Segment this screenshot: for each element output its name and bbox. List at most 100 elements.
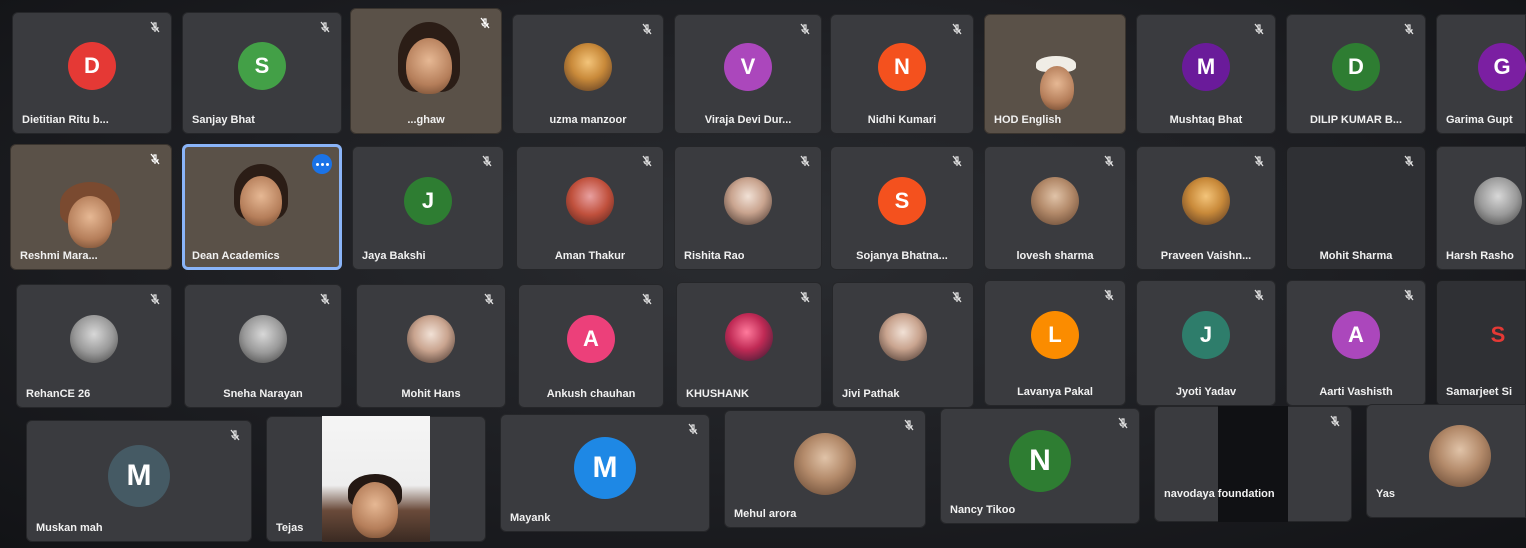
video-feed: [1218, 406, 1288, 522]
participant-video-tile-active[interactable]: Dean Academics: [182, 144, 342, 270]
participant-tile[interactable]: Mohit Sharma: [1286, 146, 1426, 270]
participant-avatar: S: [238, 41, 286, 90]
participant-tile[interactable]: D DILIP KUMAR B...: [1286, 14, 1426, 134]
participant-tile[interactable]: G Garima Gupt: [1436, 14, 1526, 134]
participant-name: Sojanya Bhatna...: [856, 250, 948, 262]
participant-photo: [794, 433, 856, 496]
participant-name: Tejas: [276, 522, 304, 534]
participant-tile[interactable]: Yas: [1366, 404, 1526, 518]
mic-off-icon: [950, 22, 964, 36]
participant-avatar: S: [878, 176, 926, 225]
participant-tile[interactable]: lovesh sharma: [984, 146, 1126, 270]
participant-tile[interactable]: D Dietitian Ritu b...: [12, 12, 172, 134]
mic-off-icon: [478, 16, 492, 30]
mic-off-icon: [148, 292, 162, 306]
participant-avatar: G: [1478, 42, 1526, 91]
participant-tile[interactable]: RehanCE 26: [16, 284, 172, 408]
participant-tile[interactable]: S Sojanya Bhatna...: [830, 146, 974, 270]
participant-name: Mushtaq Bhat: [1169, 114, 1243, 126]
participant-name: Nidhi Kumari: [867, 114, 937, 126]
participant-tile[interactable]: L Lavanya Pakal: [984, 280, 1126, 406]
participant-tile[interactable]: Mehul arora: [724, 410, 926, 528]
participant-avatar: D: [68, 41, 116, 90]
participant-tile[interactable]: Jivi Pathak: [832, 282, 974, 408]
participant-tile[interactable]: Rishita Rao: [674, 146, 822, 270]
participant-tile[interactable]: Sneha Narayan: [184, 284, 342, 408]
mic-off-icon: [1252, 154, 1266, 168]
mic-off-icon: [480, 154, 494, 168]
participant-tile[interactable]: Mohit Hans: [356, 284, 506, 408]
participant-photo: [1031, 176, 1079, 225]
mic-off-icon: [640, 292, 654, 306]
participant-avatar: A: [567, 314, 615, 363]
video-face: [68, 196, 112, 248]
participant-photo: [566, 176, 614, 225]
participant-video-tile[interactable]: ...ghaw: [350, 8, 502, 134]
participant-name: Jaya Bakshi: [362, 250, 426, 262]
participant-tile[interactable]: J Jyoti Yadav: [1136, 280, 1276, 406]
participant-photo: [564, 42, 612, 91]
participant-name: Ankush chauhan: [546, 388, 636, 400]
participant-tile[interactable]: navodaya foundation: [1154, 406, 1352, 522]
participant-tile[interactable]: Praveen Vaishn...: [1136, 146, 1276, 270]
mic-off-icon: [1116, 416, 1130, 430]
participant-tile[interactable]: M Muskan mah: [26, 420, 252, 542]
participant-name: Mohit Sharma: [1319, 250, 1393, 262]
participant-tile[interactable]: N Nidhi Kumari: [830, 14, 974, 134]
participant-photo: [879, 313, 927, 362]
participant-tile[interactable]: J Jaya Bakshi: [352, 146, 504, 270]
participant-name: Dietitian Ritu b...: [22, 114, 109, 126]
participant-avatar: N: [878, 42, 926, 91]
participant-tile[interactable]: KHUSHANK: [676, 282, 822, 408]
participant-tile[interactable]: Aman Thakur: [516, 146, 664, 270]
participant-name: Garima Gupt: [1446, 114, 1513, 126]
participant-tile[interactable]: A Aarti Vashisth: [1286, 280, 1426, 406]
participant-name: Praveen Vaishn...: [1160, 250, 1252, 262]
participant-name: RehanCE 26: [26, 388, 91, 400]
participant-name: KHUSHANK: [686, 388, 749, 400]
mic-off-icon: [798, 290, 812, 304]
mic-off-icon: [148, 152, 162, 166]
participant-name: Sanjay Bhat: [192, 114, 255, 126]
participant-name: lovesh sharma: [1016, 250, 1094, 262]
participant-tile[interactable]: S Sanjay Bhat: [182, 12, 342, 134]
participant-tile[interactable]: M Mushtaq Bhat: [1136, 14, 1276, 134]
participant-tile[interactable]: M Mayank: [500, 414, 710, 532]
mic-off-icon: [1102, 154, 1116, 168]
participant-name: Nancy Tikoo: [950, 504, 1016, 516]
participant-name: Mohit Hans: [401, 388, 461, 400]
participant-name: Rishita Rao: [684, 250, 745, 262]
mic-off-icon: [950, 290, 964, 304]
participant-tile[interactable]: V Viraja Devi Dur...: [674, 14, 822, 134]
participant-tile[interactable]: N Nancy Tikoo: [940, 408, 1140, 524]
participant-video-tile[interactable]: HOD English: [984, 14, 1126, 134]
speaking-indicator-icon: [312, 154, 332, 174]
participant-name: DILIP KUMAR B...: [1309, 114, 1403, 126]
participant-name: Sneha Narayan: [223, 388, 303, 400]
mic-off-icon: [640, 154, 654, 168]
participant-photo: [407, 314, 455, 363]
participant-name: Jyoti Yadav: [1175, 386, 1237, 398]
participant-avatar: J: [404, 176, 452, 225]
participant-avatar: V: [724, 42, 772, 91]
video-face: [406, 38, 452, 94]
participant-avatar: M: [574, 437, 636, 500]
participant-avatar: S: [1490, 322, 1506, 348]
participant-tile[interactable]: A Ankush chauhan: [518, 284, 664, 408]
participant-tile[interactable]: Harsh Rasho: [1436, 146, 1526, 270]
participant-avatar: J: [1182, 311, 1230, 360]
participant-avatar: M: [1182, 42, 1230, 91]
participant-avatar: M: [108, 445, 170, 508]
mic-off-icon: [640, 22, 654, 36]
mic-off-icon: [1402, 22, 1416, 36]
mic-off-icon: [1102, 288, 1116, 302]
participant-video-tile[interactable]: Tejas: [266, 416, 486, 542]
participant-tile[interactable]: S Samarjeet Si: [1436, 280, 1526, 406]
mic-off-icon: [1252, 288, 1266, 302]
participant-video-tile[interactable]: Reshmi Mara...: [10, 144, 172, 270]
mic-off-icon: [1402, 288, 1416, 302]
participant-tile[interactable]: uzma manzoor: [512, 14, 664, 134]
participant-avatar: A: [1332, 311, 1380, 360]
participant-name: navodaya foundation: [1164, 488, 1275, 500]
participant-photo: [724, 176, 772, 225]
